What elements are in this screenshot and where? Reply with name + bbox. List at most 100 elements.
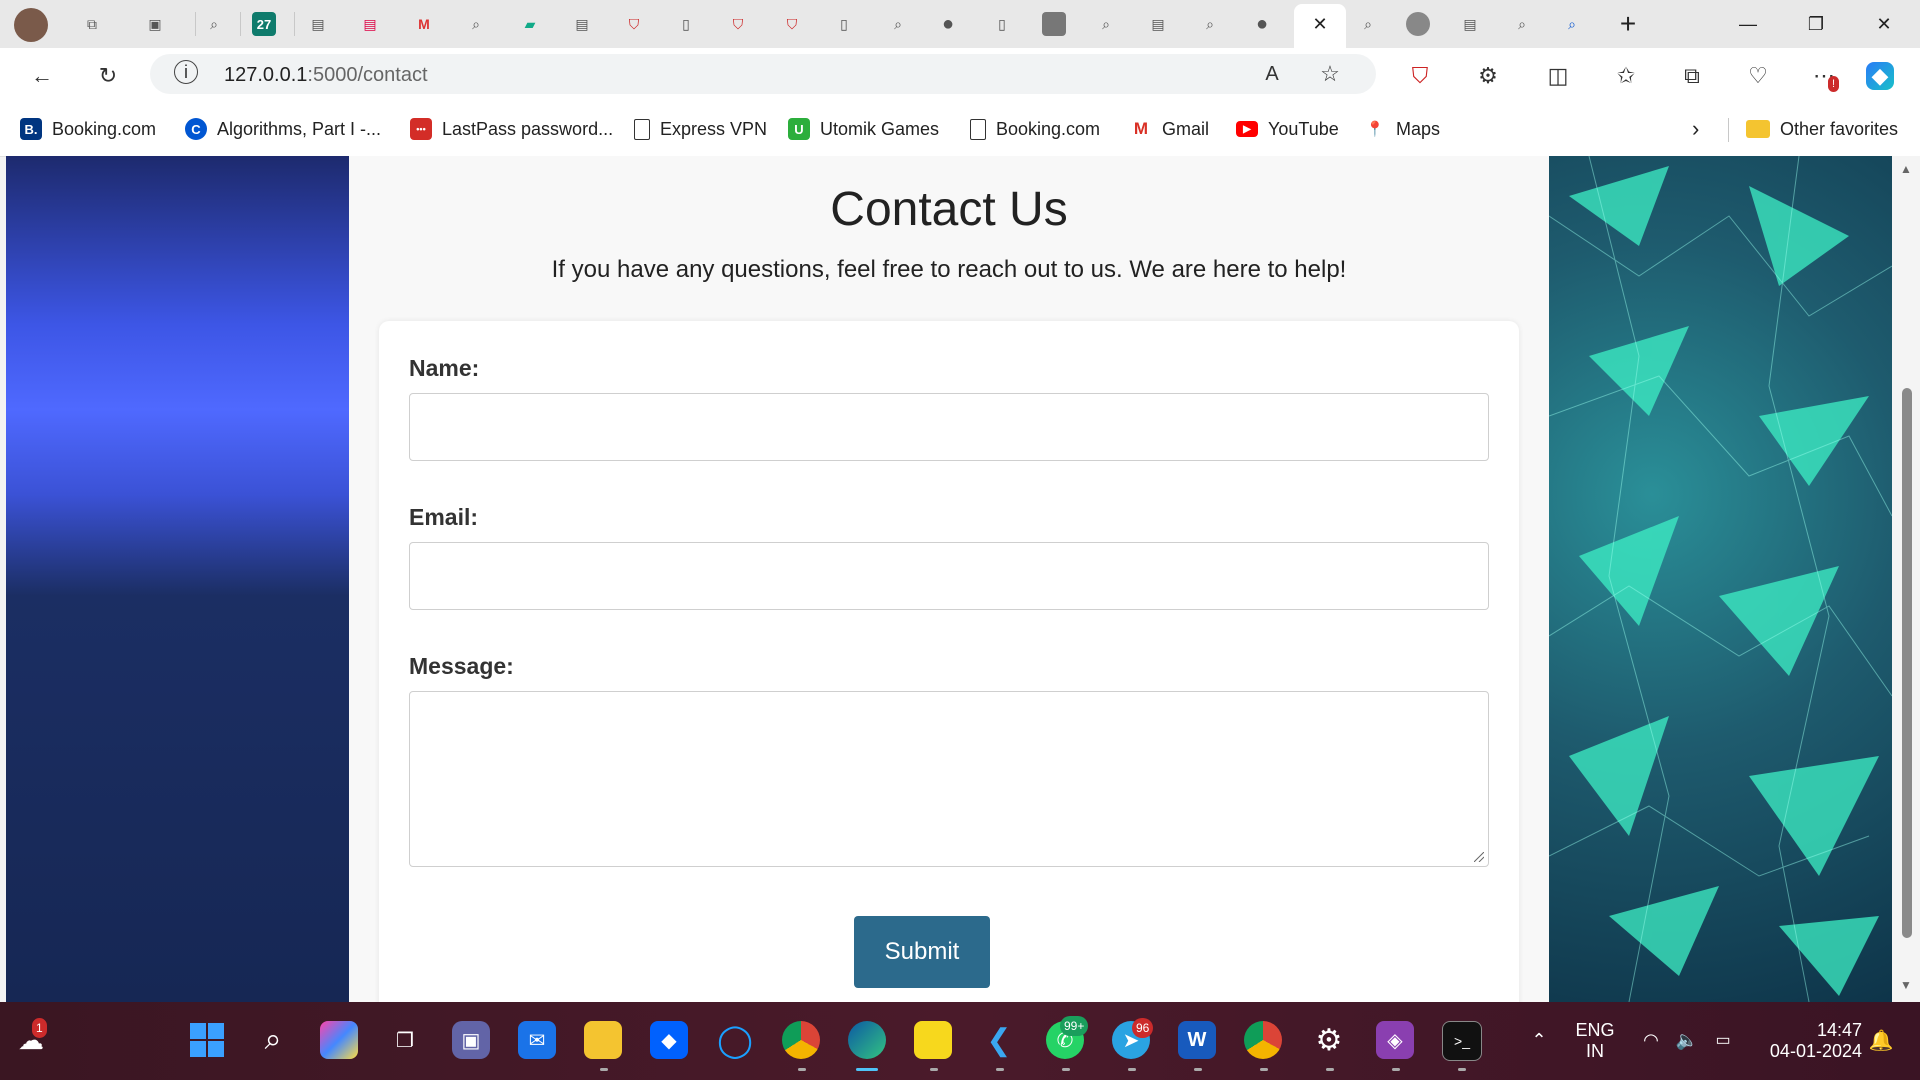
tab-search-icon[interactable]: ⌕ [464,12,488,36]
vscode-icon[interactable]: ❮ [980,1021,1018,1059]
tab-search-icon[interactable]: ⌕ [886,12,910,36]
volume-icon[interactable]: 🔈 [1668,1021,1706,1059]
right-background-image [1549,156,1892,1002]
sticky-notes-icon[interactable] [914,1021,952,1059]
terminal-icon[interactable]: >_ [1442,1021,1482,1061]
cortana-icon[interactable]: ◯ [716,1021,754,1059]
app-icon[interactable]: ◈ [1376,1021,1414,1059]
tab-document-icon[interactable]: ▯ [990,12,1014,36]
contact-page: Contact Us If you have any questions, fe… [349,156,1549,1002]
split-screen-icon[interactable]: ◫ [1544,62,1572,90]
copilot-icon[interactable]: ◆ [1866,62,1894,90]
scroll-thumb[interactable] [1902,388,1912,938]
favorite-youtube[interactable]: ▶ YouTube [1236,114,1339,144]
file-explorer-icon[interactable] [584,1021,622,1059]
battery-icon[interactable]: ▭ [1704,1021,1742,1059]
extensions-icon[interactable]: ⚙ [1474,62,1502,90]
tab-page-icon[interactable]: ▤ [1146,12,1170,36]
favorite-express-vpn[interactable]: Express VPN [630,114,767,144]
refresh-icon[interactable]: ↻ [94,62,122,90]
copilot-preview-icon[interactable] [320,1021,358,1059]
tab-calendar-icon[interactable]: 27 [252,12,276,36]
tab-dns-icon[interactable] [1406,12,1430,36]
tab-document-icon[interactable]: ▯ [832,12,856,36]
favorite-star-icon[interactable]: ☆ [1316,60,1344,88]
running-indicator [1260,1068,1268,1071]
tab-terminal-icon[interactable] [1042,12,1066,36]
tab-page-icon[interactable]: ▤ [570,12,594,36]
collections-icon[interactable]: ⧉ [1678,62,1706,90]
search-icon[interactable]: ⌕ [254,1021,292,1059]
email-field[interactable] [409,542,1489,610]
new-tab-icon[interactable]: + [1616,8,1640,39]
tab-mcafee-icon[interactable]: ⛉ [726,12,750,36]
favorite-booking-2[interactable]: Booking.com [966,114,1100,144]
mail-icon[interactable]: ✉ [518,1021,556,1059]
tab-mcafee-icon[interactable]: ⛉ [622,12,646,36]
page-scrollbar[interactable]: ▲ ▼ [1892,156,1920,1002]
mcafee-extension-icon[interactable]: ⛉ [1406,62,1434,90]
resize-handle-icon[interactable] [1474,852,1484,862]
tab-page-icon[interactable]: ▤ [1458,12,1482,36]
minimize-icon[interactable]: — [1714,0,1782,48]
settings-icon[interactable]: ⚙ [1310,1021,1348,1059]
tab-search-icon[interactable]: ⌕ [1356,12,1380,36]
address-bar[interactable]: i 127.0.0.1:5000/contact A ☆ [150,54,1376,94]
network-graphic [1549,156,1892,1002]
tab-search-icon[interactable]: ⌕ [1510,12,1534,36]
restore-icon[interactable]: ❐ [1782,0,1850,48]
workspaces-icon[interactable]: ⧉ [80,12,104,36]
submit-button[interactable]: Submit [854,916,990,988]
email-label: Email: [409,504,479,530]
back-icon[interactable]: ← [28,62,56,90]
favorites-overflow-icon[interactable]: › [1692,114,1699,144]
favorite-booking[interactable]: B. Booking.com [20,114,156,144]
edge-icon[interactable] [848,1021,886,1059]
tab-mcafee-icon[interactable]: ⛉ [780,12,804,36]
teams-icon[interactable]: ▣ [452,1021,490,1059]
tab-search-icon[interactable]: ⌕ [1560,12,1584,36]
tab-search-icon[interactable]: ⌕ [1198,12,1222,36]
vertical-tabs-icon[interactable]: ▣ [143,12,167,36]
chrome-icon[interactable] [782,1021,820,1059]
browser-essentials-icon[interactable]: ♡ [1744,62,1772,90]
chrome-profile-icon[interactable] [1244,1021,1282,1059]
tab-search-icon[interactable]: ⌕ [202,12,226,36]
favorite-maps[interactable]: 📍 Maps [1364,114,1440,144]
site-info-icon[interactable]: i [174,60,198,84]
wifi-icon[interactable]: ◠ [1632,1021,1670,1059]
tab-search-icon[interactable]: ⌕ [1094,12,1118,36]
message-textarea[interactable] [409,691,1489,867]
favorite-utomik[interactable]: U Utomik Games [788,114,939,144]
other-favorites[interactable]: Other favorites [1746,114,1898,144]
tab-github-icon[interactable]: ● [1250,12,1274,36]
tab-gmail-icon[interactable]: M [412,12,436,36]
tab-meet-icon[interactable]: ▰ [518,12,542,36]
scroll-up-icon[interactable]: ▲ [1900,162,1912,176]
task-view-icon[interactable]: ❐ [386,1021,424,1059]
name-field[interactable] [409,393,1489,461]
favorite-gmail[interactable]: M Gmail [1130,114,1209,144]
close-icon[interactable]: ✕ [1308,12,1332,36]
active-tab[interactable]: ✕ [1294,4,1346,48]
tab-document-icon[interactable]: ▯ [674,12,698,36]
profile-avatar[interactable] [14,8,48,42]
tab-separator [294,12,295,36]
start-icon[interactable] [188,1021,226,1059]
tab-github-icon[interactable]: ● [936,12,960,36]
url-text[interactable]: 127.0.0.1:5000/contact [224,64,428,87]
notifications-bell-icon[interactable]: 🔔 [1862,1021,1900,1059]
dropbox-icon[interactable]: ◆ [650,1021,688,1059]
favorite-algorithms[interactable]: C Algorithms, Part I -... [185,114,381,144]
close-window-icon[interactable]: ✕ [1850,0,1918,48]
clock[interactable]: 14:47 04-01-2024 [1752,1020,1862,1062]
read-aloud-icon[interactable]: A [1258,60,1286,88]
scroll-down-icon[interactable]: ▼ [1900,978,1912,992]
word-icon[interactable]: W [1178,1021,1216,1059]
show-hidden-icons-icon[interactable]: ⌃ [1520,1021,1558,1059]
tab-pdf-icon[interactable]: ▤ [358,12,382,36]
favorites-icon[interactable]: ✩ [1612,62,1640,90]
favorite-lastpass[interactable]: ••• LastPass password... [410,114,613,144]
tab-page-icon[interactable]: ▤ [306,12,330,36]
language-indicator[interactable]: ENG IN [1570,1020,1620,1062]
